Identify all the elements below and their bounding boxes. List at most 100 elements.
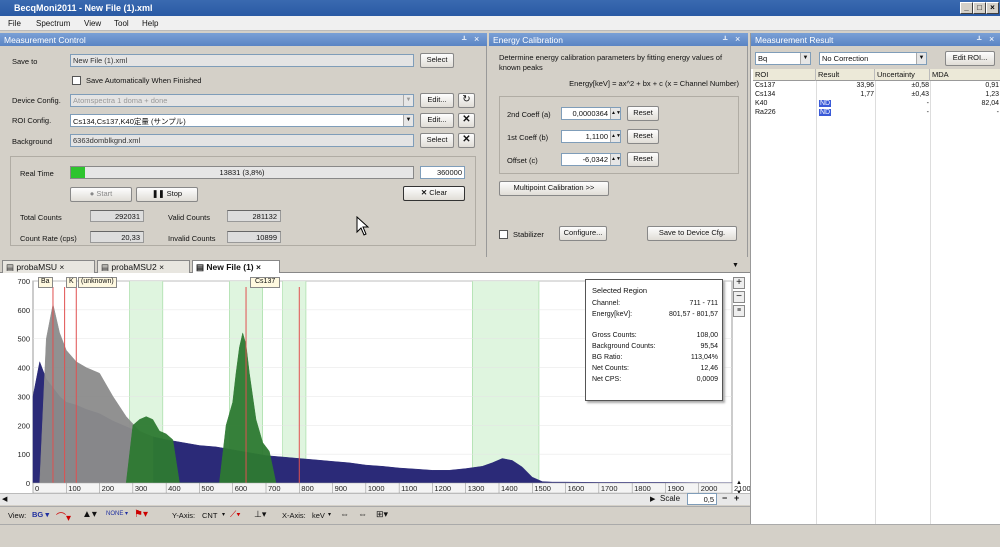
y-axis-value[interactable]: CNT (202, 511, 217, 520)
tab-close-icon[interactable]: × (159, 262, 164, 272)
zoom-fit-icon[interactable]: ≡ (733, 305, 745, 317)
flag-icon[interactable]: ⚑▾ (134, 509, 148, 520)
panel-close-icon[interactable]: × (735, 34, 740, 44)
tab-close-icon[interactable]: × (256, 262, 261, 272)
zoom-out-icon[interactable]: − (733, 291, 745, 303)
selected-region-value: 108,00 (696, 332, 718, 339)
roi-config-dropdown[interactable]: Cs134,Cs137,K40定量 (サンプル) ▼ (70, 114, 414, 127)
roi-config-edit-button[interactable]: Edit... (420, 113, 454, 128)
real-time-total-field[interactable]: 360000 (420, 166, 465, 179)
coef2-reset-button[interactable]: Reset (627, 106, 659, 121)
spectrum-view[interactable]: 0 100 200 300 400 500 600 700 0 100 200 300 400 500 6… (0, 273, 751, 505)
coef1-label: 1st Coeff (b) (507, 133, 549, 142)
scale-field[interactable]: 0,5 (687, 493, 717, 505)
expand-selection-icon[interactable]: ⇔ (340, 509, 349, 519)
device-config-dropdown[interactable]: Atomspectra 1 doma + done ▼ (70, 94, 414, 107)
curve-icon[interactable]: ⌒▾ (56, 509, 71, 524)
column-roi[interactable]: ROI (753, 69, 816, 81)
unit-dropdown[interactable]: Bq ▼ (755, 52, 811, 65)
clear-button[interactable]: ✕ Clear (403, 186, 465, 201)
roi-cell: Cs137 (755, 82, 776, 89)
measurement-result-panel: Measurement Result ᚆ × Bq ▼ No Correction… (750, 33, 1000, 524)
log-scale-icon[interactable]: ⟋▾ (230, 509, 241, 520)
menu-tool[interactable]: Tool (114, 19, 129, 28)
spinner-icon[interactable]: ▲▼ (610, 131, 620, 142)
menu-file[interactable]: File (8, 19, 21, 28)
coef1-reset-button[interactable]: Reset (627, 129, 659, 144)
edit-roi-button[interactable]: Edit ROI... (945, 51, 995, 66)
coef2-field[interactable]: 0,0000364 ▲▼ (561, 107, 621, 120)
stabilizer-label: Stabilizer (513, 230, 544, 239)
correction-dropdown[interactable]: No Correction ▼ (819, 52, 927, 65)
selected-region-value: 801,57 - 801,57 (668, 311, 718, 318)
scroll-right-icon[interactable]: ▶ (650, 495, 655, 503)
tab-new-file[interactable]: ▤ New File (1) × (192, 260, 280, 273)
multipoint-calibration-button[interactable]: Multipoint Calibration >> (499, 181, 609, 196)
bg-toggle-icon[interactable]: BG ▾ (32, 510, 49, 519)
stop-button[interactable]: ❚❚ Stop (136, 187, 198, 202)
save-to-device-button[interactable]: Save to Device Cfg. (647, 226, 737, 241)
none-icon[interactable]: NONE ▾ (106, 510, 128, 517)
save-auto-checkbox[interactable] (72, 76, 81, 85)
menu-view[interactable]: View (84, 19, 101, 28)
scroll-left-icon[interactable]: ◀ (2, 495, 7, 503)
stabilizer-checkbox[interactable] (499, 230, 508, 239)
table-row[interactable]: K40 ND - 82,04 (753, 100, 1000, 109)
tab-probamsu[interactable]: ▤ probaMSU × (2, 260, 95, 273)
table-row[interactable]: Ra226 ND - - (753, 109, 1000, 118)
selected-region-row: Background Counts: 95,54 (592, 343, 718, 350)
fit-icon[interactable]: ⊥▾ (254, 509, 266, 520)
x-axis-dropdown-icon[interactable]: ▾ (328, 511, 331, 518)
background-field[interactable]: 6363domblkgnd.xml (70, 134, 414, 147)
background-clear-icon[interactable]: ✕ (458, 133, 475, 148)
menu-help[interactable]: Help (142, 19, 158, 28)
y-tick-label: 200 (17, 421, 30, 430)
selected-region-label: Net CPS: (592, 376, 622, 383)
save-to-select-button[interactable]: Select (420, 53, 454, 68)
x-tick-label: 800 (301, 484, 314, 493)
maximize-icon[interactable]: □ (973, 2, 986, 14)
spinner-icon[interactable]: ▲▼ (610, 154, 620, 165)
coef1-field[interactable]: 1,1100 ▲▼ (561, 130, 621, 143)
close-icon[interactable]: × (986, 2, 999, 14)
pin-icon[interactable]: ᚆ (723, 34, 727, 45)
tabs-menu-icon[interactable]: ▼ (732, 262, 739, 269)
y-axis-label: Y-Axis: (172, 511, 196, 520)
pin-icon[interactable]: ᚆ (462, 34, 466, 45)
column-result[interactable]: Result (816, 69, 875, 81)
configure-button[interactable]: Configure... (559, 226, 607, 241)
table-row[interactable]: Cs137 33,96 ±0,58 0,91 (753, 82, 1000, 91)
offset-field[interactable]: -6,0342 ▲▼ (561, 153, 621, 166)
coef1-value: 1,1100 (585, 132, 608, 141)
save-to-field[interactable]: New File (1).xml (70, 54, 414, 67)
scroll-up-icon[interactable]: ▲ (733, 480, 745, 489)
y-axis-dropdown-icon[interactable]: ▾ (222, 511, 225, 518)
tab-probamsu2[interactable]: ▤ probaMSU2 × (97, 260, 190, 273)
peak-fill-icon[interactable]: ▲▾ (82, 509, 97, 520)
start-button[interactable]: ● Start (70, 187, 132, 202)
scale-plus-icon[interactable]: + (734, 493, 739, 503)
scale-minus-icon[interactable]: − (722, 493, 727, 503)
spinner-icon[interactable]: ▲▼ (610, 108, 620, 119)
expand-fit-icon[interactable]: ⇔ (358, 509, 367, 519)
device-config-edit-button[interactable]: Edit... (420, 93, 454, 108)
horizontal-scrollbar[interactable]: ◀ ▶ Scale 0,5 − + (0, 493, 750, 505)
selected-region-value: 0,0009 (696, 376, 718, 383)
pin-icon[interactable]: ᚆ (977, 34, 981, 45)
column-uncertainty[interactable]: Uncertainty (875, 69, 930, 81)
region-tool-icon[interactable]: ⊞▾ (376, 509, 388, 520)
roi-cell: Ra226 (755, 109, 776, 116)
minimize-icon[interactable]: _ (960, 2, 973, 14)
panel-close-icon[interactable]: × (474, 34, 479, 44)
tab-close-icon[interactable]: × (59, 262, 64, 272)
background-select-button[interactable]: Select (420, 133, 454, 148)
panel-close-icon[interactable]: × (989, 34, 994, 44)
x-axis-value[interactable]: keV (312, 511, 325, 520)
column-mda[interactable]: MDA (930, 69, 1000, 81)
zoom-in-icon[interactable]: + (733, 277, 745, 289)
table-row[interactable]: Cs134 1,77 ±0,43 1,23 (753, 91, 1000, 100)
offset-reset-button[interactable]: Reset (627, 152, 659, 167)
menu-spectrum[interactable]: Spectrum (36, 19, 70, 28)
refresh-icon[interactable]: ↻ (458, 93, 475, 108)
roi-clear-icon[interactable]: ✕ (458, 113, 475, 128)
